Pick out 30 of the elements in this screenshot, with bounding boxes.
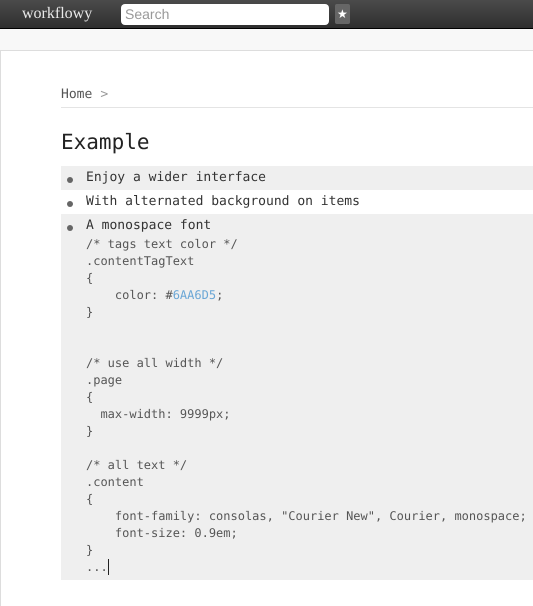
note-line: } <box>86 304 94 320</box>
note-line: /* all text */ <box>86 456 188 474</box>
note-line: color: #6AA6D5; <box>114 286 224 304</box>
note-line: font-family: consolas, "Courier New", Courier, monospace; <box>114 508 527 524</box>
star-button[interactable]: ★ <box>335 4 350 24</box>
bullet-icon[interactable] <box>67 225 73 231</box>
note-line: } <box>86 422 94 440</box>
note-line: ... <box>86 558 108 576</box>
logo[interactable]: workflowy <box>22 2 108 26</box>
note-line: .page <box>86 372 122 388</box>
note-line: max-width: 9999px; <box>99 406 230 422</box>
note-line: /* use all width */ <box>86 354 224 372</box>
outline-item[interactable]: Enjoy a wider interface <box>61 166 533 190</box>
page-title: Example <box>61 129 151 156</box>
note-line: /* tags text color */ <box>86 236 238 252</box>
bullet-icon[interactable] <box>67 177 73 183</box>
note-line: font-size: 0.9em; <box>114 524 238 542</box>
search-field[interactable]: Search <box>121 4 329 24</box>
note-line: { <box>86 270 94 286</box>
item-text: Enjoy a wider interface <box>86 169 266 188</box>
note-line: .contentTagText <box>86 252 194 270</box>
note-line: { <box>86 490 94 508</box>
note-line: .content <box>86 474 144 490</box>
breadcrumb-separator: > <box>100 86 108 104</box>
item-text: A monospace font <box>86 217 212 236</box>
note-line: { <box>86 388 94 406</box>
item-text: With alternated background on items <box>86 193 360 212</box>
note-line: } <box>86 542 94 558</box>
bullet-icon[interactable] <box>67 201 73 207</box>
breadcrumb-link[interactable]: Home <box>61 85 92 105</box>
